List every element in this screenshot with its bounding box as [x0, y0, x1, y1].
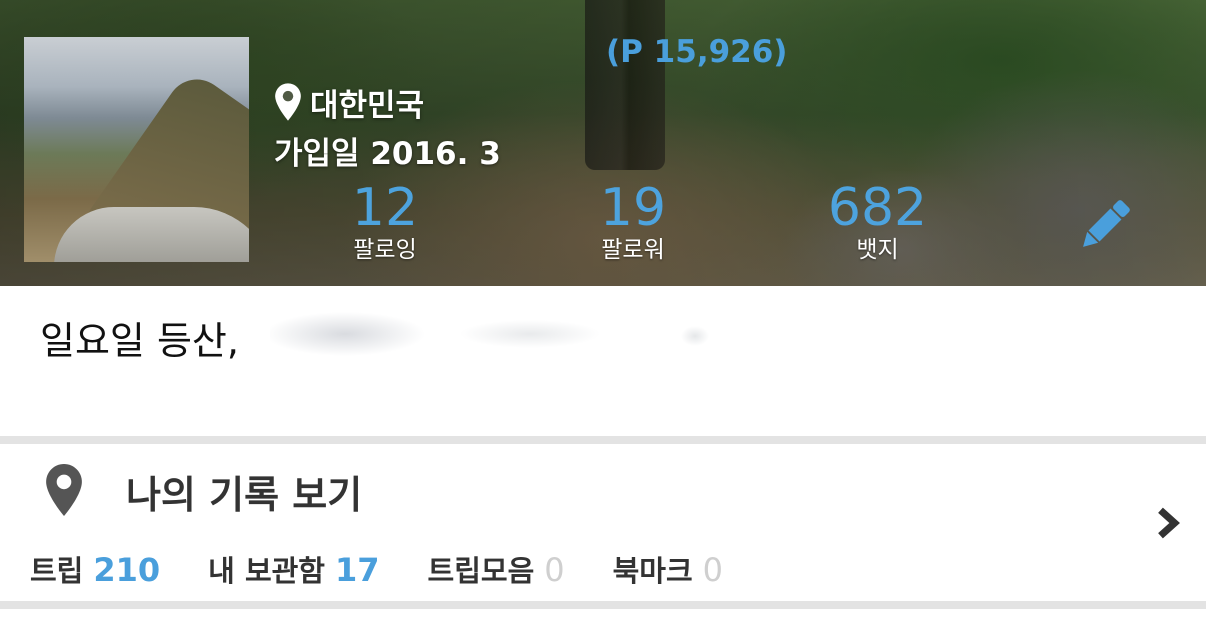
bookmark-value: 0: [702, 551, 724, 589]
trip-collection-count-item[interactable]: 트립모음 0: [428, 548, 565, 590]
bookmark-count-item[interactable]: 북마크 0: [613, 548, 723, 590]
section-divider: [0, 436, 1206, 444]
avatar-photo-rock: [54, 207, 249, 262]
section-divider-bottom: [0, 601, 1206, 609]
bookmark-label: 북마크: [612, 554, 693, 588]
join-date: 가입일 2016. 3: [274, 136, 501, 172]
trip-collection-label: 트립모음: [427, 554, 535, 588]
my-records-title: 나의 기록 보기: [126, 473, 363, 517]
chevron-right-icon[interactable]: [1152, 506, 1186, 540]
points-badge: (P 15,926): [606, 34, 788, 70]
location: 대한민국: [274, 82, 425, 124]
followers-stat[interactable]: 19 팔로워: [568, 180, 698, 264]
storage-label: 내 보관함: [208, 554, 325, 588]
profile-header: 대한민국 가입일 2016. 3 (P 15,926) 12 팔로잉 19 팔로…: [0, 0, 1206, 286]
storage-value: 17: [335, 551, 380, 589]
bio-text: 일요일 등산,: [40, 319, 239, 363]
pencil-icon[interactable]: [1074, 194, 1136, 256]
badges-stat[interactable]: 682 뱃지: [810, 180, 945, 264]
record-counts: 트립 210 내 보관함 17 트립모음 0 북마크 0: [30, 548, 771, 590]
following-stat[interactable]: 12 팔로잉: [320, 180, 450, 264]
storage-count-item[interactable]: 내 보관함 17: [208, 548, 379, 590]
trip-collection-value: 0: [544, 551, 565, 589]
badges-label: 뱃지: [856, 237, 899, 263]
followers-count: 19: [599, 178, 667, 238]
location-text: 대한민국: [310, 87, 425, 124]
badges-count: 682: [827, 178, 928, 238]
following-label: 팔로잉: [353, 237, 417, 263]
bio-section: 일요일 등산,: [0, 286, 1206, 436]
avatar[interactable]: [24, 37, 249, 262]
trips-value: 210: [93, 551, 161, 589]
trips-count-item[interactable]: 트립 210: [30, 548, 160, 590]
map-pin-icon: [46, 464, 82, 516]
trips-label: 트립: [30, 554, 84, 588]
followers-label: 팔로워: [601, 237, 665, 263]
map-pin-icon: [275, 83, 301, 121]
my-records-section[interactable]: 나의 기록 보기 트립 210 내 보관함 17 트립모음 0 북마크 0: [0, 444, 1206, 601]
following-count: 12: [351, 178, 419, 238]
redacted-bio-text: [270, 306, 730, 362]
